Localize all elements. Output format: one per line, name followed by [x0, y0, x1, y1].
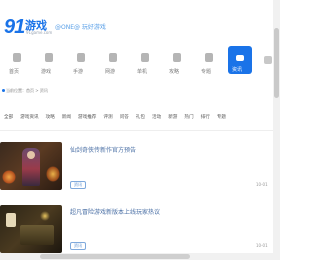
article-thumbnail[interactable] — [0, 205, 62, 253]
tag-item[interactable]: 评测 — [103, 114, 112, 120]
nav-item-news[interactable]: 资讯 — [228, 46, 252, 74]
nav-label: 游戏 — [41, 69, 52, 75]
tag-item[interactable]: 攻略 — [46, 114, 55, 120]
category-nav: 首页 游戏 手游 网游 单机 攻略 专题 资讯 — [0, 46, 280, 86]
article-tag[interactable]: 资讯 — [70, 181, 86, 189]
nav-item-games[interactable]: 游戏 — [36, 46, 68, 86]
breadcrumb: 当前位置：首页 > 资讯 — [6, 88, 48, 93]
nav-label: 手游 — [73, 69, 84, 75]
tag-item[interactable]: 游戏资讯 — [20, 114, 38, 120]
scene-figure — [6, 213, 16, 227]
nav-item-online[interactable]: 网游 — [100, 46, 132, 86]
doc-icon — [205, 53, 213, 62]
nav-label: 首页 — [9, 69, 20, 75]
android-icon — [141, 53, 149, 62]
nav-label: 资讯 — [232, 67, 243, 73]
tag-item[interactable]: 游戏推荐 — [78, 114, 96, 120]
tag-item[interactable]: 活动 — [152, 114, 161, 120]
character-face — [27, 151, 35, 159]
nav-label: 攻略 — [169, 69, 180, 75]
vertical-scroll-thumb[interactable] — [274, 28, 279, 98]
tag-item[interactable]: 问答 — [120, 114, 129, 120]
scene-light — [40, 211, 50, 221]
phone-icon — [77, 53, 85, 62]
tag-item[interactable]: 新游 — [168, 114, 177, 120]
tag-item[interactable]: 全部 — [4, 114, 13, 120]
nav-item-mobile[interactable]: 手游 — [68, 46, 100, 86]
article-tag[interactable]: 资讯 — [70, 242, 86, 250]
news-icon — [236, 55, 244, 61]
tag-item[interactable]: 礼包 — [136, 114, 145, 120]
article-title[interactable]: 仙剑奇侠传新作官方预告 — [70, 145, 136, 154]
tag-bar: 全部 游戏资讯 攻略 新闻 游戏推荐 评测 问答 礼包 活动 新游 热门 排行 专题 — [4, 114, 280, 120]
horizontal-scroll-thumb[interactable] — [40, 254, 190, 259]
article-title[interactable]: 超凡冒险游戏新版本上线玩家热议 — [70, 207, 160, 216]
nav-item-topic[interactable]: 专题 — [196, 46, 228, 86]
location-icon — [2, 89, 5, 92]
apple-icon — [109, 53, 117, 62]
tag-item[interactable]: 新闻 — [62, 114, 71, 120]
more-icon[interactable] — [264, 56, 272, 64]
tag-item[interactable]: 排行 — [201, 114, 210, 120]
fire-glow — [2, 170, 16, 184]
fire-glow — [46, 166, 60, 182]
home-icon — [13, 53, 21, 62]
scene-panel — [20, 225, 54, 245]
nav-label: 网游 — [105, 69, 116, 75]
nav-label: 专题 — [201, 69, 212, 75]
logo-number[interactable]: 91 — [4, 16, 25, 39]
divider — [0, 130, 280, 131]
nav-item-home[interactable]: 首页 — [4, 46, 36, 86]
nav-label: 单机 — [137, 69, 148, 75]
nav-item-guide[interactable]: 攻略 — [164, 46, 196, 86]
article-thumbnail[interactable] — [0, 142, 62, 190]
gamepad-icon — [45, 53, 53, 62]
site-slogan: @ONE@ 玩好游戏 — [55, 24, 106, 31]
logo-subtitle: 91game.com — [26, 30, 53, 35]
tag-item[interactable]: 专题 — [217, 114, 226, 120]
tag-item[interactable]: 热门 — [184, 114, 193, 120]
article-date: 10-01 — [256, 182, 268, 187]
book-icon — [173, 53, 181, 62]
nav-item-single[interactable]: 单机 — [132, 46, 164, 86]
article-date: 10-01 — [256, 243, 268, 248]
